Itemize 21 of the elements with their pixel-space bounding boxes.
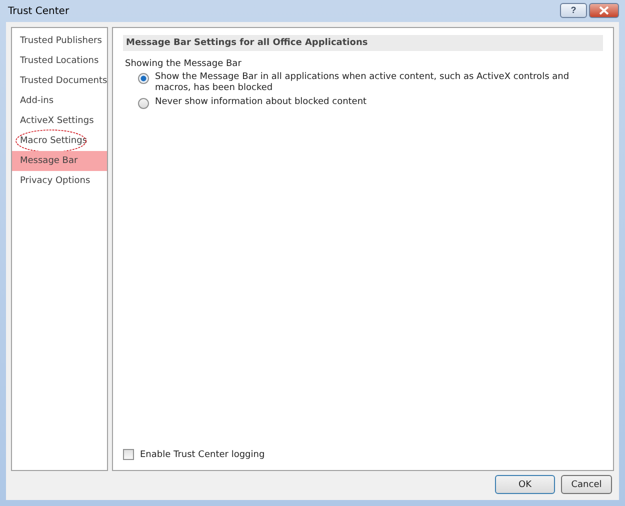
category-item[interactable]: Trusted Publishers [12, 31, 107, 51]
category-item[interactable]: ActiveX Settings [12, 111, 107, 131]
category-item[interactable]: Add-ins [12, 91, 107, 111]
category-item[interactable]: Privacy Options [12, 171, 107, 191]
dialog-button[interactable]: OK [495, 475, 555, 494]
checkbox-label: Enable Trust Center logging [140, 450, 265, 460]
option-label: Never show information about blocked content [155, 97, 367, 108]
checkbox[interactable] [123, 449, 134, 460]
category-item[interactable]: Trusted Locations [12, 51, 107, 71]
help-button[interactable]: ? [560, 2, 587, 18]
option-label: Show the Message Bar in all applications when active content, such as ActiveX controls and macros, has been blocked [155, 72, 570, 94]
close-icon [599, 6, 609, 14]
group-label: Showing the Message Bar [125, 59, 242, 69]
radio-button[interactable] [138, 98, 149, 109]
section-heading: Message Bar Settings for all Office Applications [123, 35, 603, 51]
dialog-button[interactable]: Cancel [561, 475, 612, 494]
window-title: Trust Center [8, 6, 70, 16]
radio-button[interactable] [138, 73, 149, 84]
close-button[interactable] [589, 2, 619, 18]
category-item[interactable]: Trusted Documents [12, 71, 107, 91]
category-item[interactable]: Message Bar [12, 151, 107, 171]
